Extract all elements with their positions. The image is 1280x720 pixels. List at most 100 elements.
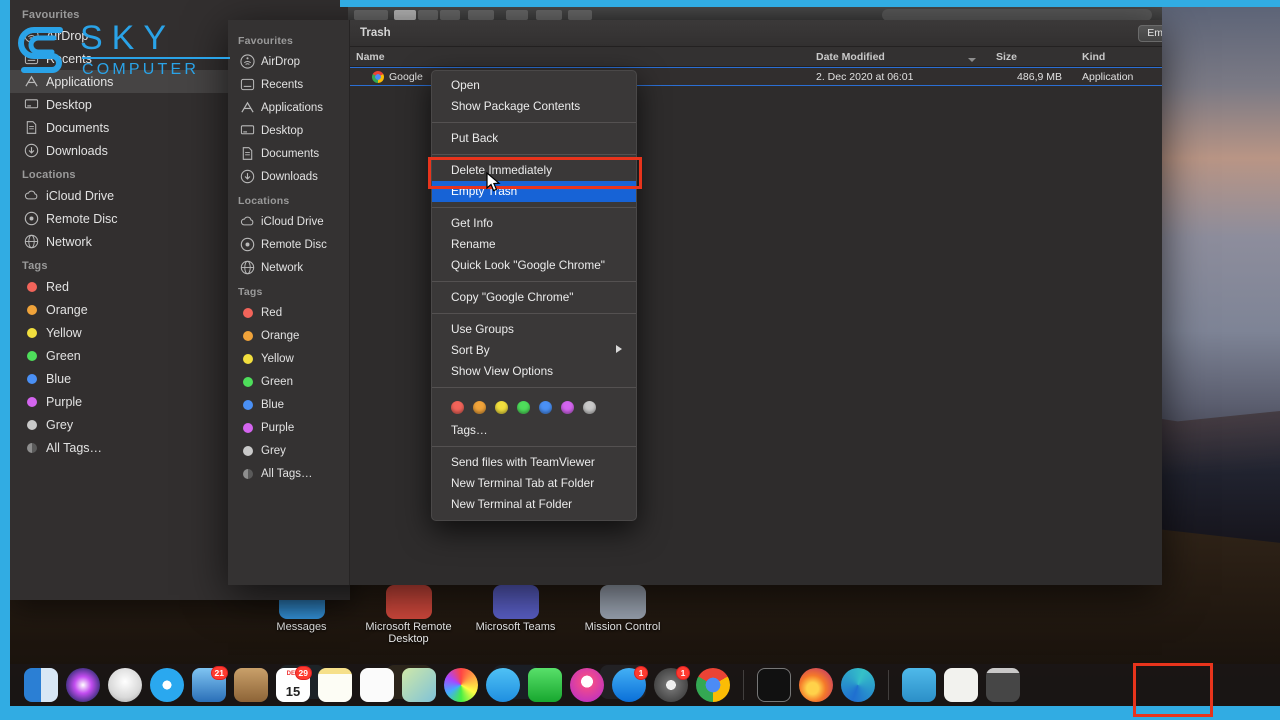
dock-photos-icon[interactable] xyxy=(444,668,478,702)
dock-launchpad-icon[interactable] xyxy=(108,668,142,702)
dock-app-store-icon[interactable]: 1 xyxy=(612,666,648,702)
dock-documents-stack-icon[interactable] xyxy=(944,668,978,702)
column-header-name[interactable]: Name xyxy=(350,51,810,63)
dock-chrome-icon[interactable] xyxy=(696,668,730,702)
tag-dot-icon xyxy=(240,351,255,366)
dock-itunes-icon[interactable] xyxy=(570,668,604,702)
trash-finder-window[interactable]: Favourites AirDrop Recents Applications Desk… xyxy=(228,20,1162,585)
toolbar-view-list[interactable] xyxy=(418,10,438,20)
tag-color-row[interactable] xyxy=(432,393,636,420)
tag-dot-icon[interactable] xyxy=(473,401,486,414)
menu-item-show-view-options[interactable]: Show View Options xyxy=(432,361,636,382)
sidebar-item-label: AirDrop xyxy=(261,55,300,68)
sidebar-item-label: Remote Disc xyxy=(261,238,327,251)
tag-dot-icon xyxy=(240,420,255,435)
dock[interactable]: 21 DEC 15 29 1 1 xyxy=(10,664,1280,706)
tag-dot-icon[interactable] xyxy=(539,401,552,414)
dock-maps-icon[interactable] xyxy=(402,668,436,702)
menu-item-delete-immediately[interactable]: Delete Immediately xyxy=(432,160,636,181)
tag-dot-icon xyxy=(24,325,39,340)
dock-notes-icon[interactable] xyxy=(318,668,352,702)
desktop-app[interactable]: Microsoft Teams xyxy=(462,575,569,645)
empty-trash-button[interactable]: Empty xyxy=(1138,24,1162,42)
dock-siri-icon[interactable] xyxy=(66,668,100,702)
dock-reminders-icon[interactable] xyxy=(360,668,394,702)
tag-dot-icon[interactable] xyxy=(495,401,508,414)
menu-item-sort-by[interactable]: Sort By xyxy=(432,340,636,361)
column-header-size[interactable]: Size xyxy=(990,51,1076,63)
network-icon xyxy=(240,260,255,275)
sidebar-item-label: Red xyxy=(261,306,283,319)
sidebar-item-recents[interactable]: Recents xyxy=(228,73,349,96)
menu-item-show-package-contents[interactable]: Show Package Contents xyxy=(432,96,636,117)
tag-dot-icon[interactable] xyxy=(583,401,596,414)
dock-firefox-icon[interactable] xyxy=(799,668,833,702)
sidebar-item-grey[interactable]: Grey xyxy=(228,439,349,462)
sidebar-item-desktop[interactable]: Desktop xyxy=(228,119,349,142)
menu-item-send-files-with-teamviewer[interactable]: Send files with TeamViewer xyxy=(432,452,636,473)
menu-item-copy-google-chrome[interactable]: Copy "Google Chrome" xyxy=(432,287,636,308)
toolbar-view-gallery[interactable] xyxy=(468,10,494,20)
sidebar-item-purple[interactable]: Purple xyxy=(228,416,349,439)
toolbar-action-button[interactable] xyxy=(536,10,562,20)
sidebar-item-airdrop[interactable]: AirDrop xyxy=(228,50,349,73)
dock-trash-icon[interactable] xyxy=(986,668,1020,702)
column-header-kind[interactable]: Kind xyxy=(1076,51,1162,63)
menu-item-put-back[interactable]: Put Back xyxy=(432,128,636,149)
toolbar-view-icon[interactable] xyxy=(394,10,416,20)
dock-downloads-stack-icon[interactable] xyxy=(902,668,936,702)
desktop-app[interactable]: Microsoft Remote Desktop xyxy=(355,575,462,645)
sidebar-item-blue[interactable]: Blue xyxy=(228,393,349,416)
menu-item-new-terminal-tab-at-folder[interactable]: New Terminal Tab at Folder xyxy=(432,473,636,494)
menu-item-new-terminal-at-folder[interactable]: New Terminal at Folder xyxy=(432,494,636,515)
toolbar-back-forward[interactable] xyxy=(354,10,388,20)
sidebar-item-red[interactable]: Red xyxy=(228,301,349,324)
sidebar-item-yellow[interactable]: Yellow xyxy=(228,347,349,370)
dock-mail-icon[interactable]: 21 xyxy=(192,666,228,702)
sidebar-item-orange[interactable]: Orange xyxy=(228,324,349,347)
dock-terminal-icon[interactable] xyxy=(757,668,791,702)
toolbar-view-column[interactable] xyxy=(440,10,460,20)
sidebar-item-applications[interactable]: Applications xyxy=(228,96,349,119)
sidebar-item-downloads[interactable]: Downloads xyxy=(228,165,349,188)
toolbar-share-button[interactable] xyxy=(568,10,592,20)
dock-finder-icon[interactable] xyxy=(24,668,58,702)
all-tags-icon xyxy=(24,440,39,455)
tag-dot-icon[interactable] xyxy=(517,401,530,414)
sidebar-item-label: Purple xyxy=(261,421,295,434)
column-header-date-modified[interactable]: Date Modified xyxy=(810,51,990,63)
context-menu[interactable]: Open Show Package Contents Put Back Delete … xyxy=(431,70,637,521)
toolbar-group-button[interactable] xyxy=(506,10,528,20)
recents-icon xyxy=(240,77,255,92)
sidebar-item-network[interactable]: Network xyxy=(228,256,349,279)
menu-item-open[interactable]: Open xyxy=(432,75,636,96)
menu-item-empty-trash[interactable]: Empty Trash xyxy=(432,181,636,202)
tag-dot-icon[interactable] xyxy=(561,401,574,414)
sidebar-item-icloud-drive[interactable]: iCloud Drive xyxy=(228,210,349,233)
downloads-icon xyxy=(240,169,255,184)
chevron-right-icon xyxy=(616,345,622,353)
dock-messages-icon[interactable] xyxy=(486,668,520,702)
menu-item-rename[interactable]: Rename xyxy=(432,234,636,255)
menu-item-quick-look-google-chrome[interactable]: Quick Look "Google Chrome" xyxy=(432,255,636,276)
applications-icon xyxy=(24,74,39,89)
sidebar-item-all-tags[interactable]: All Tags… xyxy=(228,462,349,485)
dock-system-preferences-icon[interactable]: 1 xyxy=(654,666,690,702)
tag-dot-icon[interactable] xyxy=(451,401,464,414)
dock-edge-icon[interactable] xyxy=(841,668,875,702)
menu-item-get-info[interactable]: Get Info xyxy=(432,213,636,234)
sidebar-item-label: Green xyxy=(261,375,293,388)
dock-calendar-icon[interactable]: DEC 15 29 xyxy=(276,666,312,702)
menu-item-tags[interactable]: Tags… xyxy=(432,420,636,441)
airdrop-icon xyxy=(240,54,255,69)
dock-contacts-icon[interactable] xyxy=(234,668,268,702)
menu-item-use-groups[interactable]: Use Groups xyxy=(432,319,636,340)
sidebar-item-documents[interactable]: Documents xyxy=(228,142,349,165)
menu-separator xyxy=(432,313,636,314)
sidebar-item-green[interactable]: Green xyxy=(228,370,349,393)
dock-facetime-icon[interactable] xyxy=(528,668,562,702)
sidebar-item-label: Applications xyxy=(261,101,324,114)
desktop-app[interactable]: Mission Control xyxy=(569,575,676,645)
dock-safari-icon[interactable] xyxy=(150,668,184,702)
sidebar-item-remote-disc[interactable]: Remote Disc xyxy=(228,233,349,256)
